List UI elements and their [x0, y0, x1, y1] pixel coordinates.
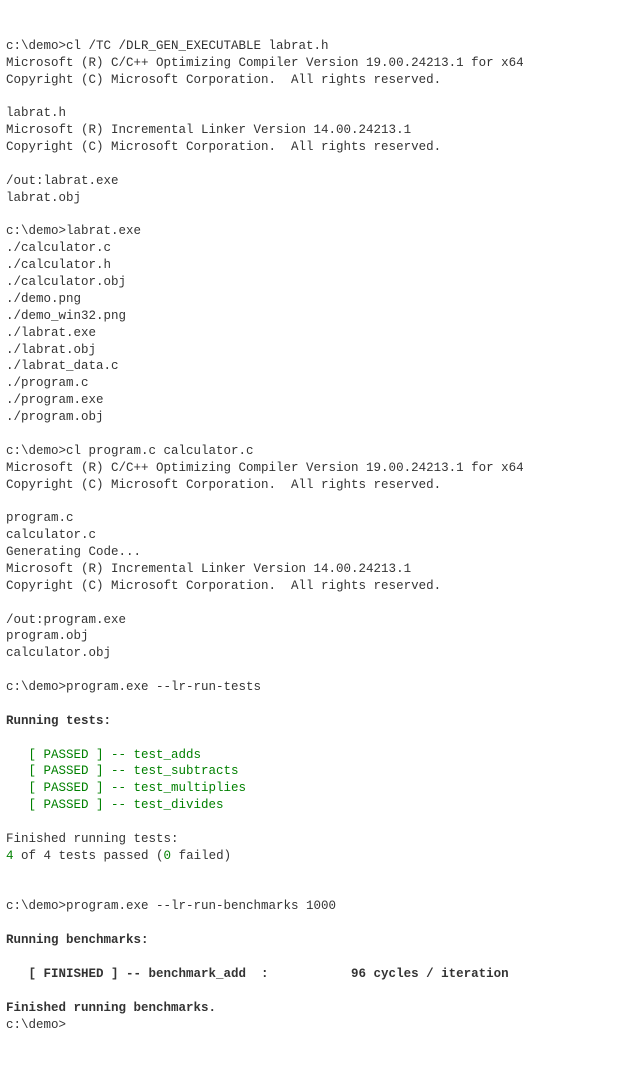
summary-text: of 4 tests passed (	[14, 849, 164, 863]
list-item: ./labrat_data.c	[6, 359, 119, 373]
test-result: [ PASSED ] -- test_divides	[6, 798, 224, 812]
compiling-file: labrat.h	[6, 106, 66, 120]
prompt-line: c:\demo>labrat.exe	[6, 224, 141, 238]
linker-banner: Microsoft (R) Incremental Linker Version…	[6, 562, 411, 576]
fail-count: 0	[164, 849, 172, 863]
summary-text: failed)	[171, 849, 231, 863]
list-item: ./program.exe	[6, 393, 104, 407]
test-result: [ PASSED ] -- test_multiplies	[6, 781, 246, 795]
linker-copyright: Copyright (C) Microsoft Corporation. All…	[6, 579, 441, 593]
compiler-copyright: Copyright (C) Microsoft Corporation. All…	[6, 73, 441, 87]
list-item: ./program.obj	[6, 410, 104, 424]
linker-obj: calculator.obj	[6, 646, 111, 660]
prompt-line[interactable]: c:\demo>	[6, 1018, 66, 1032]
prompt-line: c:\demo>cl program.c calculator.c	[6, 444, 254, 458]
prompt-line: c:\demo>cl /TC /DLR_GEN_EXECUTABLE labra…	[6, 39, 329, 53]
prompt-line: c:\demo>program.exe --lr-run-tests	[6, 680, 261, 694]
list-item: ./labrat.obj	[6, 343, 96, 357]
test-summary: 4 of 4 tests passed (0 failed)	[6, 849, 231, 863]
list-item: ./program.c	[6, 376, 89, 390]
compiler-banner: Microsoft (R) C/C++ Optimizing Compiler …	[6, 461, 524, 475]
linker-copyright: Copyright (C) Microsoft Corporation. All…	[6, 140, 441, 154]
generating-code: Generating Code...	[6, 545, 141, 559]
running-tests-heading: Running tests:	[6, 714, 111, 728]
list-item: ./demo_win32.png	[6, 309, 126, 323]
linker-banner: Microsoft (R) Incremental Linker Version…	[6, 123, 411, 137]
compiling-file: program.c	[6, 511, 74, 525]
list-item: ./calculator.obj	[6, 275, 126, 289]
compiler-banner: Microsoft (R) C/C++ Optimizing Compiler …	[6, 56, 524, 70]
list-item: ./calculator.h	[6, 258, 111, 272]
compiler-copyright: Copyright (C) Microsoft Corporation. All…	[6, 478, 441, 492]
linker-obj: labrat.obj	[6, 191, 81, 205]
test-result: [ PASSED ] -- test_adds	[6, 748, 201, 762]
linker-out: /out:program.exe	[6, 613, 126, 627]
list-item: ./demo.png	[6, 292, 81, 306]
list-item: ./labrat.exe	[6, 326, 96, 340]
prompt-line: c:\demo>program.exe --lr-run-benchmarks …	[6, 899, 336, 913]
finished-benchmarks: Finished running benchmarks.	[6, 1001, 216, 1015]
compiling-file: calculator.c	[6, 528, 96, 542]
finished-tests: Finished running tests:	[6, 832, 179, 846]
linker-obj: program.obj	[6, 629, 89, 643]
pass-count: 4	[6, 849, 14, 863]
running-benchmarks-heading: Running benchmarks:	[6, 933, 149, 947]
linker-out: /out:labrat.exe	[6, 174, 119, 188]
list-item: ./calculator.c	[6, 241, 111, 255]
test-result: [ PASSED ] -- test_subtracts	[6, 764, 239, 778]
benchmark-result: [ FINISHED ] -- benchmark_add : 96 cycle…	[6, 967, 509, 981]
